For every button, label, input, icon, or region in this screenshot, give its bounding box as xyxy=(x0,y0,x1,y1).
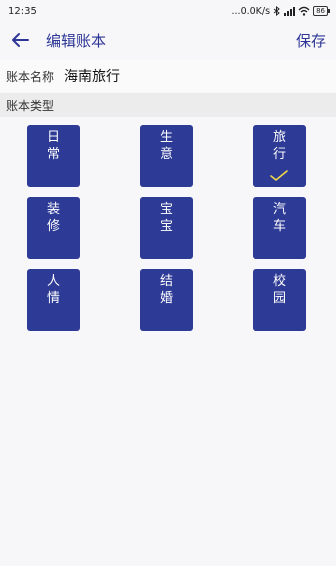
book-type-char: 宝 xyxy=(159,219,173,234)
book-type-char: 园 xyxy=(272,291,286,306)
book-type-char: 宝 xyxy=(159,202,173,217)
book-type-tile[interactable]: 日常 xyxy=(27,125,80,187)
book-type-char: 车 xyxy=(272,219,286,234)
status-bar: 12:35 ...0.0K/s 86 xyxy=(0,0,336,22)
book-type-char: 修 xyxy=(46,219,60,234)
signal-icon xyxy=(284,7,296,16)
book-type-tile[interactable]: 人情 xyxy=(27,269,80,331)
book-type-header: 账本类型 xyxy=(0,93,336,117)
status-icons: ...0.0K/s 86 xyxy=(231,5,330,17)
book-type-char: 旅 xyxy=(272,130,286,145)
book-type-char: 意 xyxy=(159,147,173,162)
book-name-row: 账本名称 xyxy=(0,60,336,92)
checkmark-icon xyxy=(270,170,288,181)
arrow-left-icon xyxy=(12,33,29,47)
bluetooth-icon xyxy=(273,6,280,16)
book-type-tile[interactable]: 旅行 xyxy=(253,125,306,187)
book-type-tile[interactable]: 生意 xyxy=(140,125,193,187)
book-type-tile[interactable]: 汽车 xyxy=(253,197,306,259)
save-button[interactable]: 保存 xyxy=(296,30,326,51)
book-type-char: 常 xyxy=(46,147,60,162)
book-type-tile[interactable]: 装修 xyxy=(27,197,80,259)
book-name-input[interactable] xyxy=(64,68,265,84)
network-speed: ...0.0K/s xyxy=(231,5,271,17)
battery-icon: 86 xyxy=(313,6,330,16)
book-type-char: 日 xyxy=(46,130,60,145)
book-type-tile[interactable]: 宝宝 xyxy=(140,197,193,259)
wifi-icon xyxy=(298,6,310,16)
book-type-char: 结 xyxy=(159,274,173,289)
book-type-grid: 日常生意旅行装修宝宝汽车人情结婚校园 xyxy=(27,125,306,331)
book-type-char: 婚 xyxy=(159,291,173,306)
back-button[interactable] xyxy=(0,22,40,58)
book-type-char: 汽 xyxy=(272,202,286,217)
book-type-char: 生 xyxy=(159,130,173,145)
book-type-char: 装 xyxy=(46,202,60,217)
book-type-char: 行 xyxy=(272,147,286,162)
page-title: 编辑账本 xyxy=(46,31,107,50)
status-time: 12:35 xyxy=(8,5,37,17)
book-type-char: 情 xyxy=(46,291,60,306)
app-header: 编辑账本 保存 xyxy=(0,22,336,58)
book-type-char: 人 xyxy=(46,274,60,289)
book-type-tile[interactable]: 校园 xyxy=(253,269,306,331)
book-type-tile[interactable]: 结婚 xyxy=(140,269,193,331)
book-name-label: 账本名称 xyxy=(6,69,55,84)
book-type-char: 校 xyxy=(272,274,286,289)
